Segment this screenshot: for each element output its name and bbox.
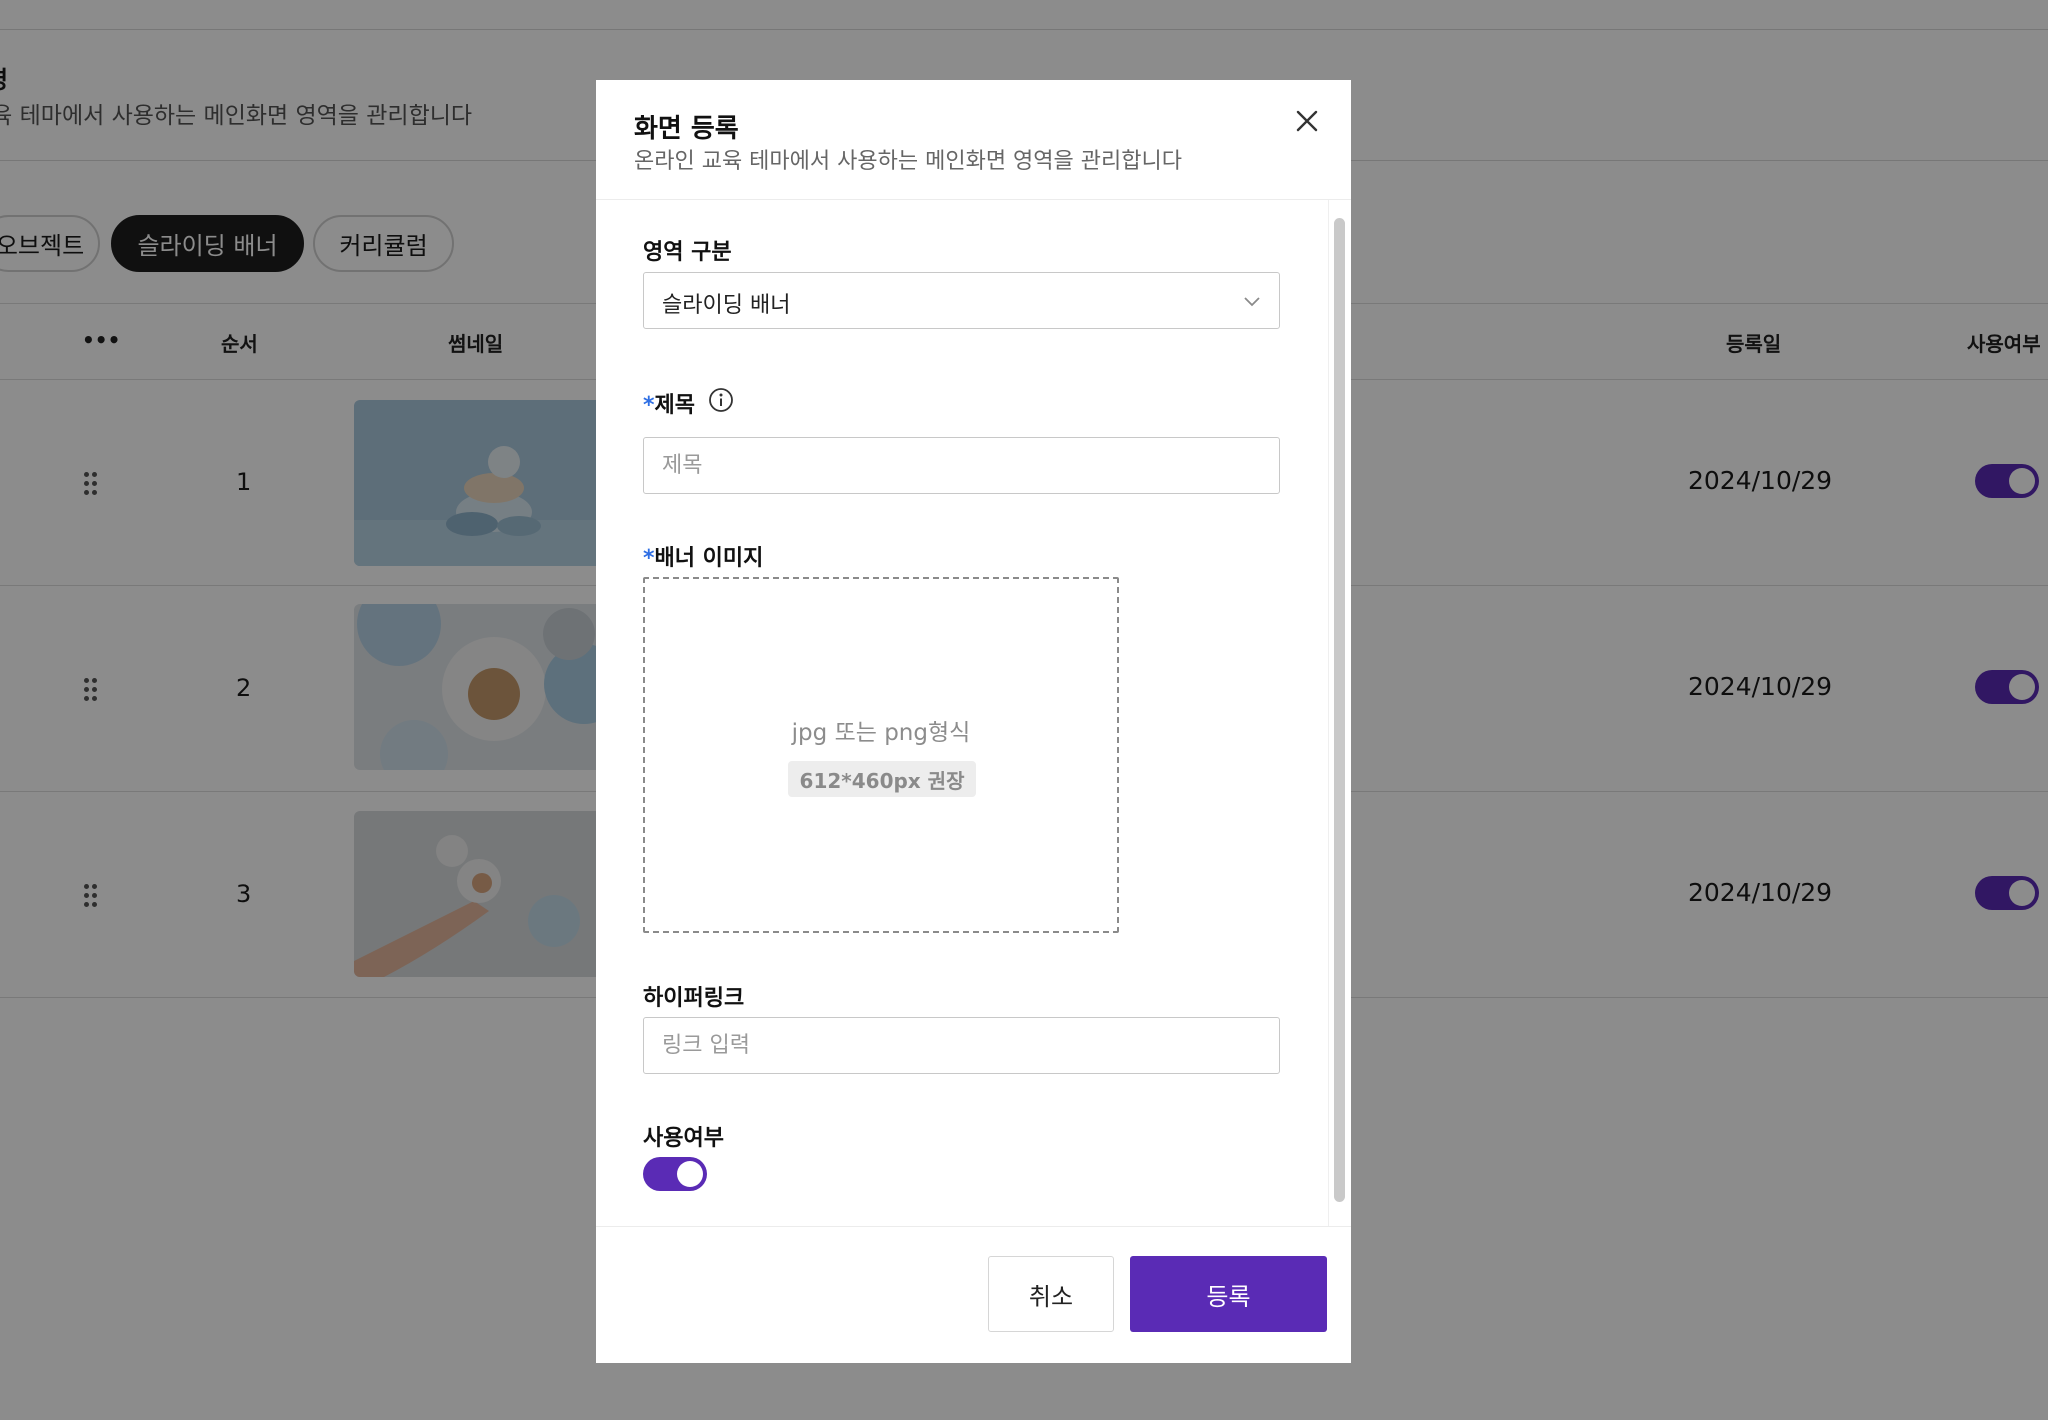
use-toggle[interactable] xyxy=(643,1157,707,1191)
modal-description: 온라인 교육 테마에서 사용하는 메인화면 영역을 관리합니다 xyxy=(634,149,1182,174)
title-label: *제목 xyxy=(643,387,695,419)
cancel-button[interactable]: 취소 xyxy=(988,1256,1114,1332)
close-icon[interactable] xyxy=(1294,108,1320,134)
area-select-value: 슬라이딩 배너 xyxy=(662,293,791,318)
divider xyxy=(596,1226,1351,1227)
scrollbar-thumb[interactable] xyxy=(1334,218,1345,1202)
banner-label: *배너 이미지 xyxy=(643,540,763,572)
upload-format-text: jpg 또는 png형식 xyxy=(791,720,971,746)
link-input[interactable] xyxy=(643,1017,1280,1074)
banner-label-text: 배너 이미지 xyxy=(654,546,764,571)
required-mark: * xyxy=(643,393,655,418)
required-mark: * xyxy=(643,546,655,571)
title-label-text: 제목 xyxy=(654,393,695,418)
title-input[interactable] xyxy=(643,437,1280,494)
divider xyxy=(596,199,1351,200)
modal-title: 화면 등록 xyxy=(634,114,739,144)
upload-size-badge: 612*460px 권장 xyxy=(788,761,976,797)
info-icon[interactable] xyxy=(708,387,734,413)
area-label: 영역 구분 xyxy=(643,240,732,265)
link-label: 하이퍼링크 xyxy=(643,986,745,1011)
use-label: 사용여부 xyxy=(643,1126,724,1151)
chevron-down-icon xyxy=(1244,297,1260,307)
submit-button[interactable]: 등록 xyxy=(1130,1256,1327,1332)
register-screen-modal: 화면 등록 온라인 교육 테마에서 사용하는 메인화면 영역을 관리합니다 영역… xyxy=(596,80,1351,1363)
area-select[interactable]: 슬라이딩 배너 xyxy=(643,272,1280,329)
banner-upload-dropzone[interactable]: jpg 또는 png형식 612*460px 권장 xyxy=(643,577,1119,933)
